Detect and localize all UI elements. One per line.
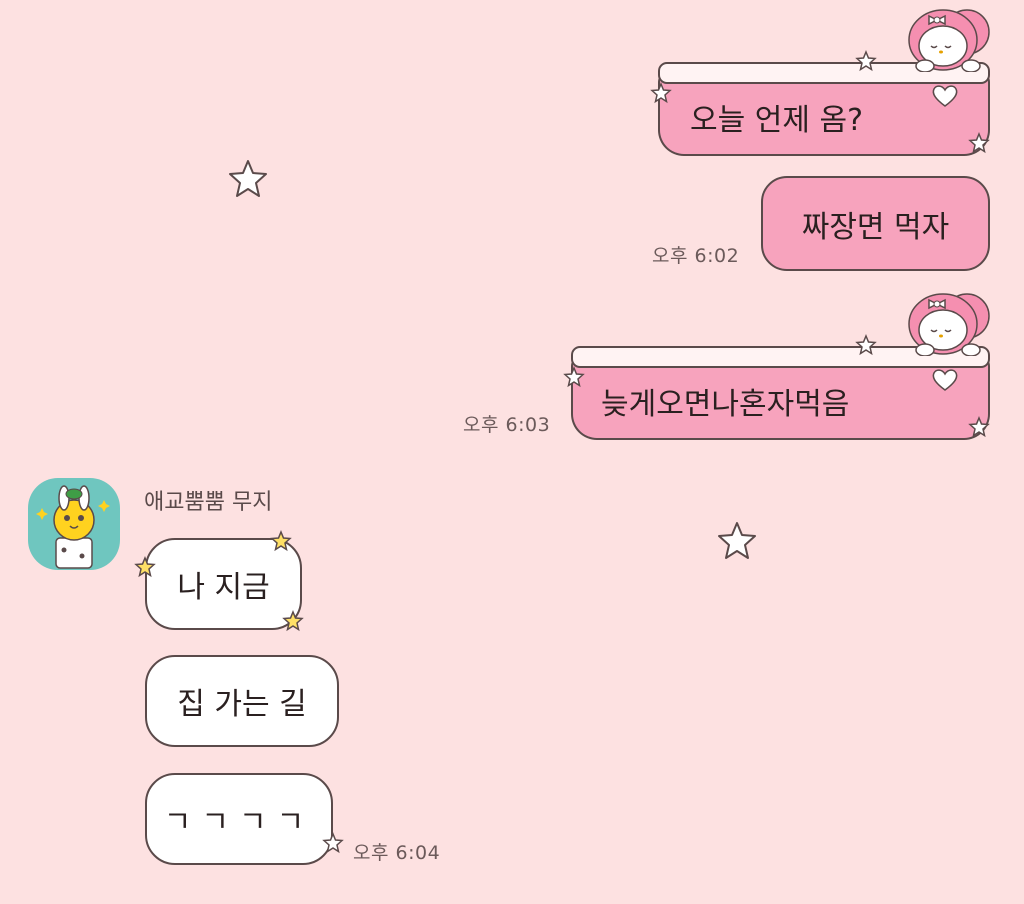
message-timestamp: 오후 6:04	[353, 842, 441, 864]
star-icon	[134, 556, 156, 578]
star-icon	[718, 522, 756, 559]
heart-icon	[932, 369, 958, 391]
star-icon	[282, 610, 304, 632]
star-icon	[855, 50, 877, 72]
star-icon	[968, 416, 990, 438]
incoming-message-bubble[interactable]: 집 가는 길	[145, 655, 339, 747]
message-text: 집 가는 길	[177, 687, 307, 722]
chat-screen: 오늘 언제 옴? 짜장면 먹자 오후 6:02 늦게오면나혼자먹음 오후 6:0…	[0, 0, 1024, 904]
star-icon	[270, 530, 292, 552]
star-icon	[968, 132, 990, 154]
message-text: 오늘 언제 옴?	[690, 103, 863, 138]
star-icon	[855, 334, 877, 356]
star-icon	[650, 82, 672, 104]
muzi-avatar-icon	[36, 485, 110, 569]
my-melody-sticker-icon	[908, 293, 990, 356]
my-melody-sticker-icon	[908, 9, 990, 72]
outgoing-message-bubble[interactable]: 짜장면 먹자	[761, 176, 990, 271]
incoming-message-bubble[interactable]: ㄱㄱㄱㄱ	[145, 773, 333, 865]
star-icon	[322, 832, 344, 854]
outgoing-message-bubble[interactable]: 늦게오면나혼자먹음	[571, 346, 990, 440]
sender-name: 애교뿜뿜 무지	[144, 490, 273, 515]
star-icon	[563, 366, 585, 388]
message-timestamp: 오후 6:03	[463, 414, 551, 436]
heart-icon	[932, 85, 958, 107]
message-text: ㄱㄱㄱㄱ	[163, 805, 315, 840]
message-text: 늦게오면나혼자먹음	[601, 387, 850, 422]
message-text: 짜장면 먹자	[801, 209, 950, 245]
avatar[interactable]	[28, 478, 120, 570]
message-text: 나 지금	[177, 570, 270, 605]
message-timestamp: 오후 6:02	[652, 245, 740, 267]
star-icon	[229, 160, 267, 197]
outgoing-message-bubble[interactable]: 오늘 언제 옴?	[658, 62, 990, 156]
